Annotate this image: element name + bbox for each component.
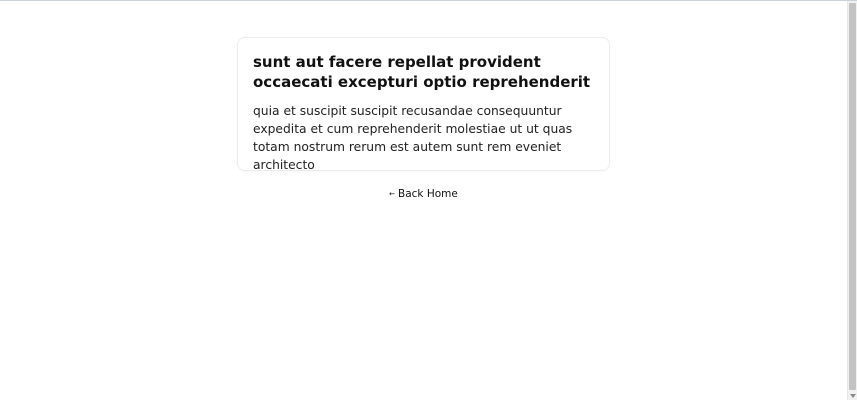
browser-viewport: sunt aut facere repellat provident occae… (0, 0, 857, 400)
vertical-scrollbar[interactable] (847, 1, 857, 400)
back-home-label: Back Home (398, 188, 458, 200)
post-body: quia et suscipit suscipit recusandae con… (253, 104, 573, 172)
post-title: sunt aut facere repellat provident occae… (253, 53, 591, 91)
back-home-link[interactable]: ← Back Home (0, 186, 847, 203)
page-content: sunt aut facere repellat provident occae… (0, 1, 847, 400)
post-card: sunt aut facere repellat provident occae… (237, 37, 610, 172)
scrollbar-thumb[interactable] (849, 3, 856, 390)
chevron-down-icon[interactable] (850, 394, 856, 398)
arrow-left-icon: ← (389, 190, 396, 198)
